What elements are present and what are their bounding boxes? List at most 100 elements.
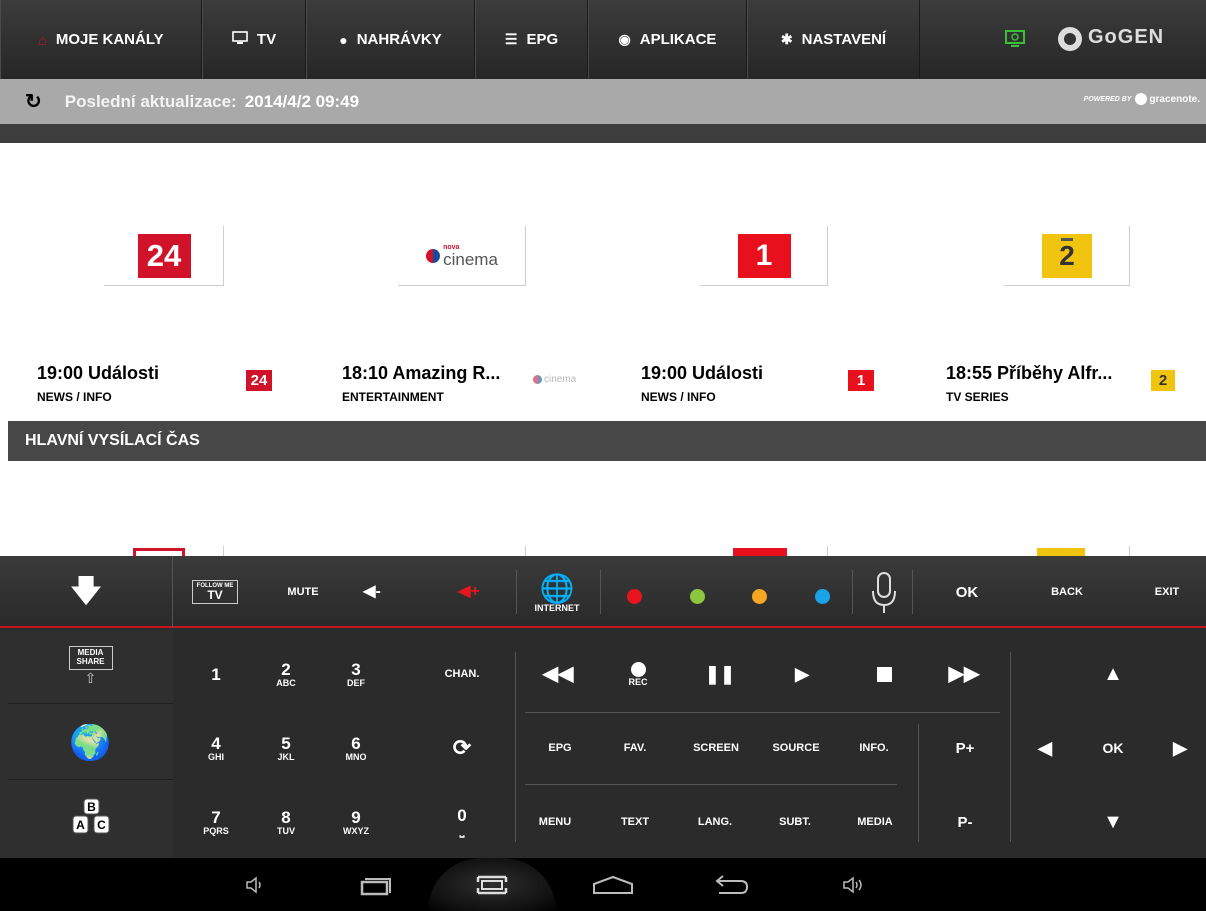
subt-button[interactable]: SUBT.	[770, 802, 820, 842]
arrow-up-outline-icon: ⇧	[84, 669, 97, 686]
globe-rotate-button[interactable]: 🌍	[8, 706, 173, 780]
ok-top-button[interactable]: OK	[940, 574, 994, 610]
pause-icon: ❚❚	[704, 664, 736, 684]
key-9[interactable]: 9 WXYZ	[336, 802, 376, 842]
mini-cinema-text: cinema	[544, 374, 577, 385]
program-title[interactable]: 19:00 Události	[37, 363, 159, 384]
dpad-down-button[interactable]: ▼	[1093, 802, 1133, 842]
channel-logo-2[interactable]: 2	[1004, 226, 1130, 286]
key-digit: 9	[351, 807, 361, 827]
program-title[interactable]: 19:00 Události	[641, 363, 763, 384]
tab-epg[interactable]: ☰ EPG	[475, 0, 588, 79]
key-chan[interactable]: CHAN.	[440, 654, 484, 694]
screenshot-button[interactable]	[428, 858, 556, 911]
gear-icon: ✱	[780, 31, 793, 47]
key-3[interactable]: 3 DEF	[336, 654, 376, 694]
volume-up-system-button[interactable]	[834, 858, 874, 911]
red-button[interactable]	[619, 584, 649, 608]
screen-mirror-icon[interactable]	[1004, 28, 1026, 55]
internet-label: INTERNET	[534, 603, 580, 613]
key-digit: 2	[281, 659, 291, 679]
play-icon: ▶	[795, 664, 809, 684]
epg-button[interactable]: EPG	[535, 728, 585, 768]
dot-icon: ●	[339, 31, 348, 48]
gracenote-logo-icon	[1135, 93, 1148, 105]
key-5[interactable]: 5 JKL	[266, 728, 306, 768]
screen-button[interactable]: SCREEN	[686, 728, 746, 768]
rewind-button[interactable]: ◀◀	[538, 654, 578, 694]
update-value: 2014/4/2 09:49	[244, 91, 360, 111]
play-button[interactable]: ▶	[782, 654, 822, 694]
record-button[interactable]: REC	[618, 652, 658, 696]
program-title[interactable]: 18:55 Příběhy Alfr...	[946, 363, 1112, 384]
channel-logo-1[interactable]: 1	[700, 226, 828, 286]
tab-tv[interactable]: TV	[202, 0, 306, 79]
logo-separator	[1004, 285, 1130, 286]
svg-text:B: B	[87, 800, 96, 814]
microphone-button[interactable]	[862, 568, 906, 618]
swap-channel-button[interactable]: ⟳	[440, 728, 484, 768]
program-genre: NEWS / INFO	[641, 390, 716, 404]
dpad-right-button[interactable]: ▶	[1160, 728, 1200, 768]
internet-button[interactable]: 🌐 INTERNET	[526, 566, 588, 622]
home-button[interactable]	[588, 858, 638, 911]
channel-down-button[interactable]: P-	[940, 802, 990, 842]
recent-apps-button[interactable]	[352, 858, 402, 911]
media-share-button[interactable]: MEDIA SHARE ⇧	[8, 630, 173, 704]
logo-2-text: 2	[1059, 240, 1075, 271]
tab-aplikace[interactable]: ◉ APLIKACE	[588, 0, 747, 79]
fast-forward-button[interactable]: ▶▶	[944, 654, 984, 694]
lang-button[interactable]: LANG.	[690, 802, 740, 842]
key-7[interactable]: 7 PQRS	[196, 802, 236, 842]
arrow-down-icon: 🡇	[70, 575, 102, 608]
key-digit: 3	[351, 659, 361, 679]
key-0[interactable]: 0 ⎵	[440, 802, 484, 842]
logo-separator	[525, 226, 526, 286]
dpad-up-button[interactable]: ▲	[1093, 654, 1133, 694]
volume-up-button[interactable]: ◀+	[442, 574, 496, 610]
globe-cursor-icon: 🌐	[539, 573, 575, 604]
abc-input-button[interactable]: B A C	[8, 782, 173, 856]
back-system-button[interactable]	[706, 858, 756, 911]
key-2[interactable]: 2 ABC	[266, 654, 306, 694]
dpad-ok-button[interactable]: OK	[1093, 728, 1133, 768]
program-title[interactable]: 18:10 Amazing R...	[342, 363, 500, 384]
source-button[interactable]: SOURCE	[766, 728, 826, 768]
tab-moje-kanaly[interactable]: ⌂ MOJE KANÁLY	[0, 0, 202, 79]
mute-button[interactable]: MUTE	[276, 574, 330, 610]
collapse-remote-button[interactable]: 🡇	[0, 556, 173, 628]
fav-button[interactable]: FAV.	[610, 728, 660, 768]
key-letters: JKL	[277, 751, 295, 762]
channel-up-button[interactable]: P+	[940, 728, 990, 768]
key-4[interactable]: 4 GHI	[196, 728, 236, 768]
refresh-icon[interactable]: ↻	[25, 89, 42, 114]
yellow-button[interactable]	[744, 584, 774, 608]
volume-down-button[interactable]: ◀-	[345, 574, 399, 610]
media-button[interactable]: MEDIA	[850, 802, 900, 842]
channel-logo-partial	[733, 548, 787, 556]
key-6[interactable]: 6 MNO	[336, 728, 376, 768]
tab-nahravky[interactable]: ● NAHRÁVKY	[306, 0, 475, 79]
menu-button[interactable]: MENU	[530, 802, 580, 842]
blue-button[interactable]	[807, 584, 837, 608]
back-button[interactable]: BACK	[1040, 574, 1094, 610]
speaker-low-icon	[246, 875, 261, 894]
volume-down-system-button[interactable]	[236, 858, 276, 911]
channel-logo-24[interactable]: 24	[104, 226, 224, 286]
tab-label: MOJE KANÁLY	[55, 31, 164, 48]
exit-button[interactable]: EXIT	[1140, 574, 1194, 610]
info-button[interactable]: INFO.	[846, 728, 902, 768]
text-button[interactable]: TEXT	[610, 802, 660, 842]
follow-me-tv-button[interactable]: FOLLOW ME TV	[186, 574, 244, 610]
stop-button[interactable]	[864, 654, 904, 694]
key-letters: WXYZ	[343, 825, 369, 836]
key-1[interactable]: 1	[196, 654, 236, 694]
green-button[interactable]	[682, 584, 712, 608]
pause-button[interactable]: ❚❚	[700, 654, 740, 694]
arrow-right-icon: ▶	[1173, 738, 1187, 758]
key-letters: GHI	[207, 751, 224, 762]
key-8[interactable]: 8 TUV	[266, 802, 306, 842]
tab-nastaveni[interactable]: ✱ NASTAVENÍ	[747, 0, 920, 79]
channel-logo-nova-cinema[interactable]: nova cinema	[398, 226, 526, 286]
dpad-left-button[interactable]: ◀	[1025, 728, 1065, 768]
